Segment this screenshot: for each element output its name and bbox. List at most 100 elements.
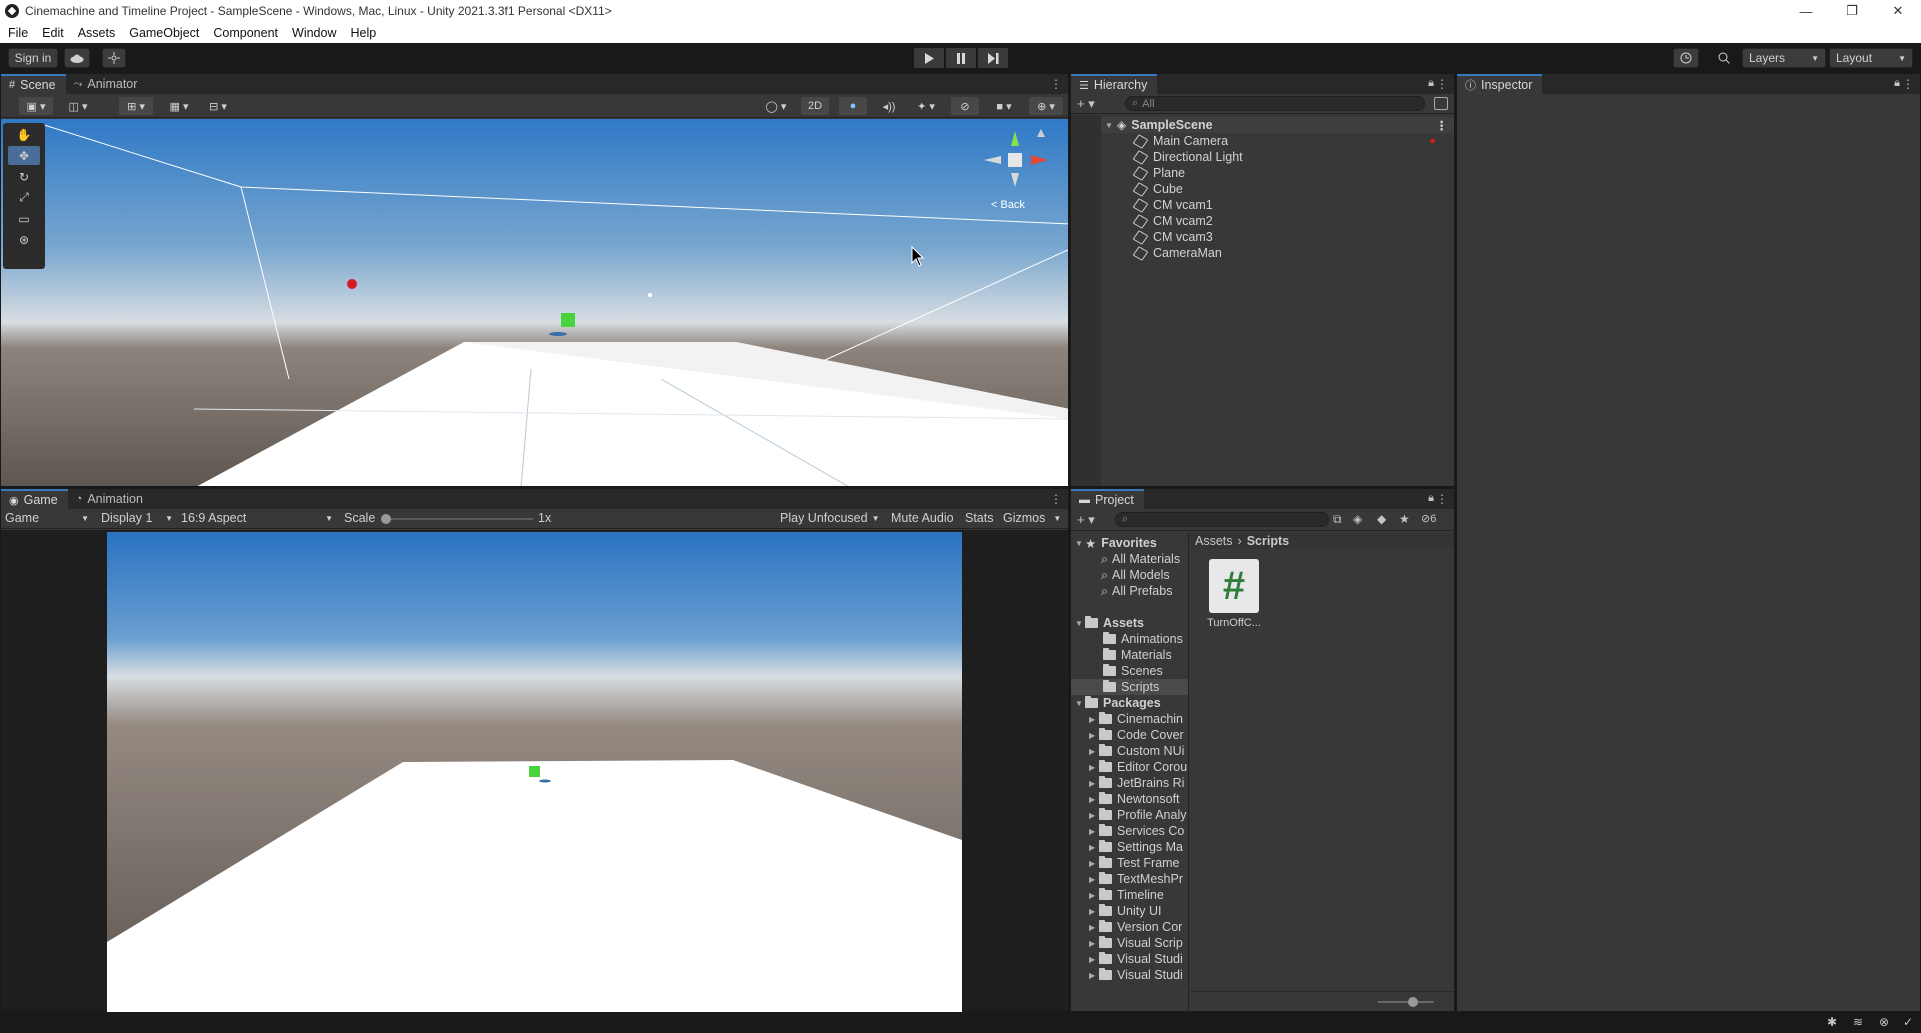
collab-button[interactable] xyxy=(102,48,126,68)
scene-visibility-icon[interactable] xyxy=(1434,97,1448,110)
layers-dropdown[interactable]: Layers ▼ xyxy=(1742,48,1826,68)
move-tool-button[interactable]: ✥ xyxy=(8,146,40,165)
effects-dropdown[interactable]: ✦ ▾ xyxy=(909,97,943,115)
collapse-arrow-icon[interactable]: ▶ xyxy=(1089,923,1099,932)
search-button[interactable] xyxy=(1711,48,1737,68)
tab-scene[interactable]: # Scene xyxy=(1,74,66,94)
scale-tool-button[interactable]: ⤢ xyxy=(8,188,40,207)
display-dropdown[interactable]: Display 1 ▼ xyxy=(101,511,173,525)
cloud-button[interactable] xyxy=(64,48,90,68)
play-button[interactable] xyxy=(914,48,944,68)
scene-menu-icon[interactable]: ⋮ xyxy=(1436,118,1449,133)
undo-history-button[interactable] xyxy=(1673,48,1699,68)
scene-panel-menu-icon[interactable]: ⋮ xyxy=(1050,77,1062,91)
game-gizmos-dropdown[interactable]: Gizmos ▼ xyxy=(1003,511,1061,525)
hierarchy-search-input[interactable]: ⌕ All xyxy=(1125,96,1425,111)
favorite-item[interactable]: ⌕ All Prefabs xyxy=(1071,583,1188,599)
create-dropdown[interactable]: + ▾ xyxy=(1077,96,1095,112)
package-item[interactable]: ▶ Editor Corou xyxy=(1071,759,1188,775)
lock-icon[interactable]: 🔒︎ xyxy=(1428,77,1434,90)
collapse-arrow-icon[interactable]: ▶ xyxy=(1089,971,1099,980)
rect-tool-button[interactable]: ▭ xyxy=(8,209,40,228)
lock-icon[interactable]: 🔒︎ xyxy=(1894,77,1900,90)
lock-icon[interactable]: 🔒︎ xyxy=(1428,492,1434,505)
tag-icon[interactable]: ◆ xyxy=(1377,512,1386,526)
menu-component[interactable]: Component xyxy=(213,26,278,40)
search-by-label-icon[interactable]: ◈ xyxy=(1353,512,1362,526)
favorite-item[interactable]: ⌕ All Models xyxy=(1071,567,1188,583)
layout-dropdown[interactable]: Layout ▼ xyxy=(1829,48,1913,68)
menu-edit[interactable]: Edit xyxy=(42,26,64,40)
expand-arrow-icon[interactable]: ▼ xyxy=(1075,539,1085,548)
checkmark-icon[interactable]: ✓ xyxy=(1903,1015,1913,1029)
hierarchy-item-cm-vcam1[interactable]: CM vcam1 xyxy=(1101,197,1454,213)
expand-arrow-icon[interactable]: ▼ xyxy=(1075,619,1085,628)
scale-slider[interactable] xyxy=(381,514,533,524)
breadcrumb-scripts[interactable]: Scripts xyxy=(1247,534,1289,548)
collapse-arrow-icon[interactable]: ▶ xyxy=(1089,939,1099,948)
collapse-arrow-icon[interactable]: ▶ xyxy=(1089,955,1099,964)
game-view-dropdown[interactable]: Game ▼ xyxy=(5,511,89,525)
toggle-2d-button[interactable]: 2D xyxy=(801,97,829,115)
hierarchy-item-plane[interactable]: Plane xyxy=(1101,165,1454,181)
game-render[interactable] xyxy=(107,532,962,1014)
camera-settings-dropdown[interactable]: ■ ▾ xyxy=(987,97,1021,115)
hierarchy-item-cameraman[interactable]: CameraMan xyxy=(1101,245,1454,261)
favorite-item[interactable]: ⌕ All Materials xyxy=(1071,551,1188,567)
search-by-type-icon[interactable]: ⧉ xyxy=(1333,512,1342,527)
tab-animator[interactable]: ⤳ Animator xyxy=(66,74,148,94)
hierarchy-item-main-camera[interactable]: Main Camera ● xyxy=(1101,133,1454,149)
package-item[interactable]: ▶ Newtonsoft xyxy=(1071,791,1188,807)
cube-object[interactable] xyxy=(561,313,575,327)
asset-file-item[interactable]: # TurnOffC... xyxy=(1204,559,1264,629)
folder-item[interactable]: Scenes xyxy=(1071,663,1188,679)
package-item[interactable]: ▶ Code Cover xyxy=(1071,727,1188,743)
collapse-arrow-icon[interactable]: ▶ xyxy=(1089,731,1099,740)
hierarchy-item-cm-vcam3[interactable]: CM vcam3 xyxy=(1101,229,1454,245)
grid-snap-dropdown[interactable]: ⊞ ▾ xyxy=(119,97,153,115)
tab-inspector[interactable]: ⓘ Inspector xyxy=(1457,74,1543,94)
increment-snap-dropdown[interactable]: ⊟ ▾ xyxy=(201,97,235,115)
tab-hierarchy[interactable]: ☰ Hierarchy xyxy=(1071,74,1158,94)
package-item[interactable]: ▶ Cinemachin xyxy=(1071,711,1188,727)
hierarchy-menu-icon[interactable]: ⋮ xyxy=(1436,77,1448,91)
collapse-arrow-icon[interactable]: ▶ xyxy=(1089,859,1099,868)
grid-visibility-dropdown[interactable]: ▦ ▾ xyxy=(163,97,195,115)
project-create-dropdown[interactable]: + ▾ xyxy=(1077,512,1095,528)
icon-size-slider-handle[interactable] xyxy=(1408,997,1418,1007)
tab-animation[interactable]: ◔ Animation xyxy=(68,489,153,509)
gizmos-dropdown[interactable]: ⊕ ▾ xyxy=(1029,97,1063,115)
bug-icon[interactable]: ✱ xyxy=(1827,1015,1837,1029)
icon-size-slider[interactable] xyxy=(1378,997,1434,1007)
audio-toggle[interactable]: ◂)) xyxy=(875,97,903,115)
favorite-star-icon[interactable]: ★ xyxy=(1399,512,1410,526)
menu-file[interactable]: File xyxy=(8,26,28,40)
collapse-arrow-icon[interactable]: ▶ xyxy=(1089,875,1099,884)
menu-help[interactable]: Help xyxy=(350,26,376,40)
collapse-arrow-icon[interactable]: ▶ xyxy=(1089,843,1099,852)
draw-mode-dropdown[interactable]: ▣ ▾ xyxy=(19,97,53,115)
package-item[interactable]: ▶ Profile Analy xyxy=(1071,807,1188,823)
collapse-arrow-icon[interactable]: ▶ xyxy=(1089,811,1099,820)
hidden-packages-toggle[interactable]: ⊘6 xyxy=(1421,512,1436,525)
package-item[interactable]: ▶ Unity UI xyxy=(1071,903,1188,919)
stats-toggle[interactable]: Stats xyxy=(965,511,994,525)
aspect-dropdown[interactable]: 16:9 Aspect ▼ xyxy=(181,511,333,525)
scale-slider-handle[interactable] xyxy=(381,514,391,524)
cache-server-icon[interactable]: ≋ xyxy=(1853,1015,1863,1029)
folder-item[interactable]: Materials xyxy=(1071,647,1188,663)
maximize-button[interactable]: ❐ xyxy=(1829,0,1875,22)
collapse-arrow-icon[interactable]: ▶ xyxy=(1089,827,1099,836)
folder-item[interactable]: Animations xyxy=(1071,631,1188,647)
scene-render[interactable]: < Back xyxy=(1,119,1068,486)
project-menu-icon[interactable]: ⋮ xyxy=(1436,492,1448,506)
collapse-arrow-icon[interactable]: ▶ xyxy=(1089,907,1099,916)
hand-tool-button[interactable]: ✋ xyxy=(8,125,40,144)
collapse-arrow-icon[interactable]: ▶ xyxy=(1089,795,1099,804)
package-item[interactable]: ▶ Test Frame xyxy=(1071,855,1188,871)
inspector-menu-icon[interactable]: ⋮ xyxy=(1902,77,1914,91)
scene-camera-dropdown[interactable]: ◯ ▾ xyxy=(759,97,793,115)
package-item[interactable]: ▶ Services Co xyxy=(1071,823,1188,839)
collapse-arrow-icon[interactable]: ▶ xyxy=(1089,747,1099,756)
tab-game[interactable]: ◉ Game xyxy=(1,489,68,509)
